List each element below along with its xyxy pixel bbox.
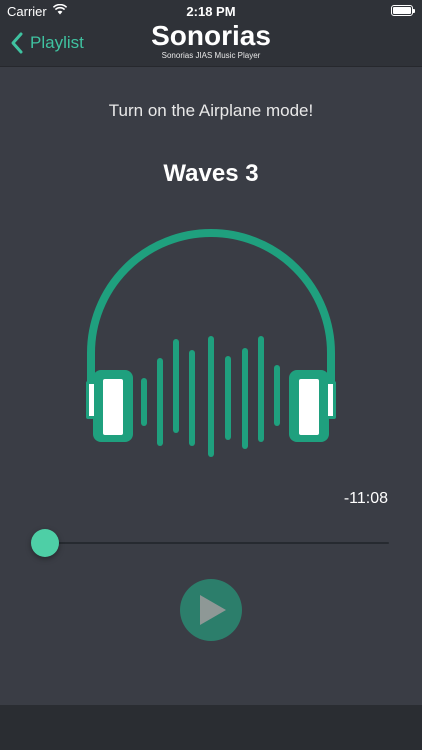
bottom-bar bbox=[0, 705, 422, 750]
clock: 2:18 PM bbox=[186, 4, 236, 19]
navigation-bar: Carrier 2:18 PM Playlist Sonorias Sonori… bbox=[0, 0, 422, 67]
app-title: Sonorias bbox=[151, 20, 271, 51]
play-icon bbox=[200, 595, 226, 625]
battery-icon bbox=[391, 5, 415, 16]
play-button[interactable] bbox=[180, 579, 242, 641]
headphones-soundwave-icon bbox=[86, 229, 336, 457]
remaining-time: -11:08 bbox=[343, 490, 388, 507]
airplane-mode-notice: Turn on the Airplane mode! bbox=[108, 101, 314, 120]
player-screen: Carrier 2:18 PM Playlist Sonorias Sonori… bbox=[0, 0, 422, 750]
progress-slider[interactable] bbox=[31, 528, 389, 558]
track-title: Waves 3 bbox=[163, 160, 259, 187]
app-subtitle: Sonorias JIAS Music Player bbox=[161, 51, 261, 60]
slider-thumb[interactable] bbox=[31, 529, 59, 557]
slider-track bbox=[45, 542, 389, 544]
sound-wave bbox=[141, 336, 280, 457]
